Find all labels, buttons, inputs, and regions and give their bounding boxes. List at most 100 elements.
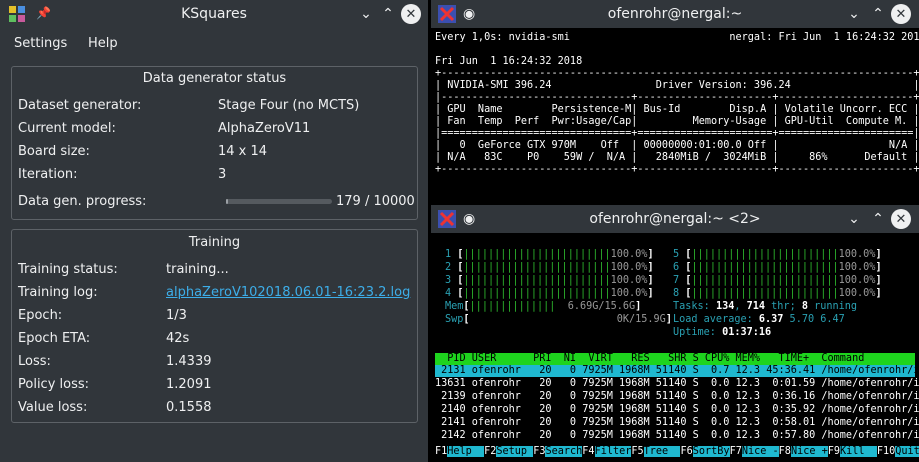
- group-title: Training: [188, 235, 241, 250]
- menu-settings[interactable]: Settings: [14, 36, 67, 51]
- cpu-meter: 7 [||||||||||||||||||||||||100.0%]: [673, 275, 882, 287]
- load-line: Load average: 6.37 5.70 6.47: [673, 314, 845, 326]
- progress-text: 179 / 10000: [336, 194, 415, 209]
- terminal-line: | Fan Temp Perf Pwr:Usage/Cap| Memory-Us…: [435, 116, 919, 127]
- progress-row: Data gen. progress: 179 / 10000: [18, 194, 415, 212]
- training-row: Epoch: 1/3: [18, 308, 411, 326]
- cpu-meter: 1 [||||||||||||||||||||||||100.0%]: [445, 249, 654, 261]
- close-button[interactable]: ✕: [891, 209, 911, 229]
- cpu-percent: 100.0%: [838, 275, 876, 286]
- swp-label: Swp: [445, 314, 464, 325]
- fkey-f2: F2: [484, 446, 497, 457]
- maximize-button[interactable]: ⌃: [378, 4, 398, 24]
- terminal-line: Every 1,0s: nvidia-smi nergal: Fri Jun 1…: [435, 32, 919, 43]
- chevron-down-icon: ⌄: [360, 6, 372, 22]
- fkey-label[interactable]: Search: [545, 446, 583, 457]
- menu-help[interactable]: Help: [88, 36, 118, 51]
- fkey-f5: F5: [631, 446, 644, 457]
- terminal2-titlebar[interactable]: ◉ ofenrohr@nergal:~ <2> ⌄ ⌃ ✕: [431, 205, 919, 233]
- status-row: Current model: AlphaZeroV11: [18, 121, 411, 139]
- nvidia-smi-output[interactable]: Every 1,0s: nvidia-smi nergal: Fri Jun 1…: [431, 28, 919, 204]
- ksquares-titlebar[interactable]: 📌 KSquares ⌄ ⌃ ✕: [0, 0, 428, 28]
- process-row[interactable]: 2140 ofenrohr 20 0 7925M 1968M 51140 S 0…: [435, 404, 919, 416]
- cpu-meter: 3 [||||||||||||||||||||||||100.0%]: [445, 275, 654, 287]
- cpu-number: 4: [445, 288, 458, 299]
- cpu-bar: ||||||||||||||||||||||||: [691, 288, 839, 299]
- fkey-label[interactable]: Kill: [840, 446, 877, 457]
- process-row[interactable]: 2131 ofenrohr 20 0 7925M 1968M 51140 S 0…: [435, 365, 919, 377]
- minimize-button[interactable]: ⌄: [844, 209, 864, 229]
- mem-value: 6.69G/15.6G: [567, 301, 636, 312]
- close-icon: ✕: [405, 6, 417, 22]
- training-row: Policy loss: 1.2091: [18, 377, 411, 395]
- process-row[interactable]: 2142 ofenrohr 20 0 7925M 1968M 51140 S 0…: [435, 430, 919, 442]
- cpu-percent: 100.0%: [838, 288, 876, 299]
- fkey-label[interactable]: Nice -: [741, 446, 779, 457]
- row-label: Training status:: [18, 262, 118, 277]
- training-row: Epoch ETA: 42s: [18, 331, 411, 349]
- chevron-up-icon: ⌃: [872, 211, 884, 227]
- process-row[interactable]: 2139 ofenrohr 20 0 7925M 1968M 51140 S 0…: [435, 391, 919, 403]
- fkey-f8: F8: [778, 446, 791, 457]
- cpu-meter: 4 [||||||||||||||||||||||||100.0%]: [445, 288, 654, 300]
- minimize-button[interactable]: ⌄: [356, 4, 376, 24]
- close-button[interactable]: ✕: [891, 4, 911, 24]
- mem-bar-cache: [555, 301, 567, 312]
- group-title: Data generator status: [142, 71, 287, 86]
- row-label: Board size:: [18, 144, 90, 159]
- sep: ,: [734, 301, 747, 312]
- terminal-line: Fri Jun 1 16:24:32 2018: [435, 56, 583, 67]
- process-row[interactable]: 2141 ofenrohr 20 0 7925M 1968M 51140 S 0…: [435, 417, 919, 429]
- chevron-down-icon: ⌄: [848, 211, 860, 227]
- cpu-bar: ||||||||||||||||||||||||: [463, 288, 611, 299]
- cpu-percent: 100.0%: [610, 249, 648, 260]
- row-label: Training log:: [18, 285, 98, 300]
- meter-bracket: ]: [875, 275, 882, 286]
- terminal1-titlebar[interactable]: ◉ ofenrohr@nergal:~ ⌄ ⌃ ✕: [431, 0, 919, 28]
- maximize-button[interactable]: ⌃: [868, 4, 888, 24]
- training-log-link[interactable]: alphaZeroV102018.06.01-16:23.2.log: [166, 285, 410, 300]
- training-row: Training status: training...: [18, 262, 411, 280]
- thread-count: 714: [746, 301, 766, 312]
- fkey-label[interactable]: Filter: [594, 446, 632, 457]
- fkey-label[interactable]: Nice +: [790, 446, 828, 457]
- fkey-label[interactable]: SortBy: [692, 446, 730, 457]
- cpu-number: 1: [445, 249, 458, 260]
- meter-bracket: ]: [635, 301, 642, 312]
- cpu-bar: ||||||||||||||||||||||||: [691, 262, 839, 273]
- cpu-number: 2: [445, 262, 458, 273]
- row-value: 1.2091: [166, 377, 212, 392]
- fkey-label[interactable]: Quit: [895, 446, 919, 457]
- row-value: 1/3: [166, 308, 187, 323]
- tasks-label: Tasks:: [673, 301, 716, 312]
- training-row: Value loss: 0.1558: [18, 400, 411, 418]
- terminal-line: |===============================+=======…: [435, 128, 919, 139]
- fkey-f6: F6: [680, 446, 693, 457]
- cpu-number: 5: [673, 249, 686, 260]
- cpu-bar: ||||||||||||||||||||||||: [463, 262, 611, 273]
- cpu-bar: ||||||||||||||||||||||||: [691, 249, 839, 260]
- training-row: Loss: 1.4339: [18, 354, 411, 372]
- row-value: 14 x 14: [218, 144, 268, 159]
- swp-meter: Swp[ 0K/15.9G]: [445, 314, 672, 326]
- close-button[interactable]: ✕: [401, 4, 421, 24]
- fkey-label[interactable]: Help: [447, 446, 485, 457]
- htop-output[interactable]: 1 [||||||||||||||||||||||||100.0%] 2 [|||…: [431, 233, 919, 462]
- meter-bracket: ]: [647, 249, 654, 260]
- row-value: 1.4339: [166, 354, 212, 369]
- meter-bracket: ]: [875, 288, 882, 299]
- maximize-button[interactable]: ⌃: [868, 209, 888, 229]
- cpu-meter: 6 [||||||||||||||||||||||||100.0%]: [673, 262, 882, 274]
- data-generator-status-group: Data generator status Dataset generator:…: [11, 66, 418, 220]
- terminal-line: | GPU Name Persistence-M| Bus-Id Disp.A …: [435, 104, 919, 115]
- fkey-label[interactable]: Setup: [496, 446, 534, 457]
- row-value: AlphaZeroV11: [218, 121, 311, 136]
- fkey-label[interactable]: Tree: [643, 446, 681, 457]
- process-row[interactable]: 13631 ofenrohr 20 0 7925M 1968M 51140 S …: [435, 378, 919, 390]
- swp-value: 0K/15.9G: [469, 314, 666, 325]
- minimize-button[interactable]: ⌄: [844, 4, 864, 24]
- load1: 6.37: [758, 314, 784, 325]
- row-label: Policy loss:: [18, 377, 90, 392]
- row-value: training...: [166, 262, 229, 277]
- cpu-percent: 100.0%: [610, 262, 648, 273]
